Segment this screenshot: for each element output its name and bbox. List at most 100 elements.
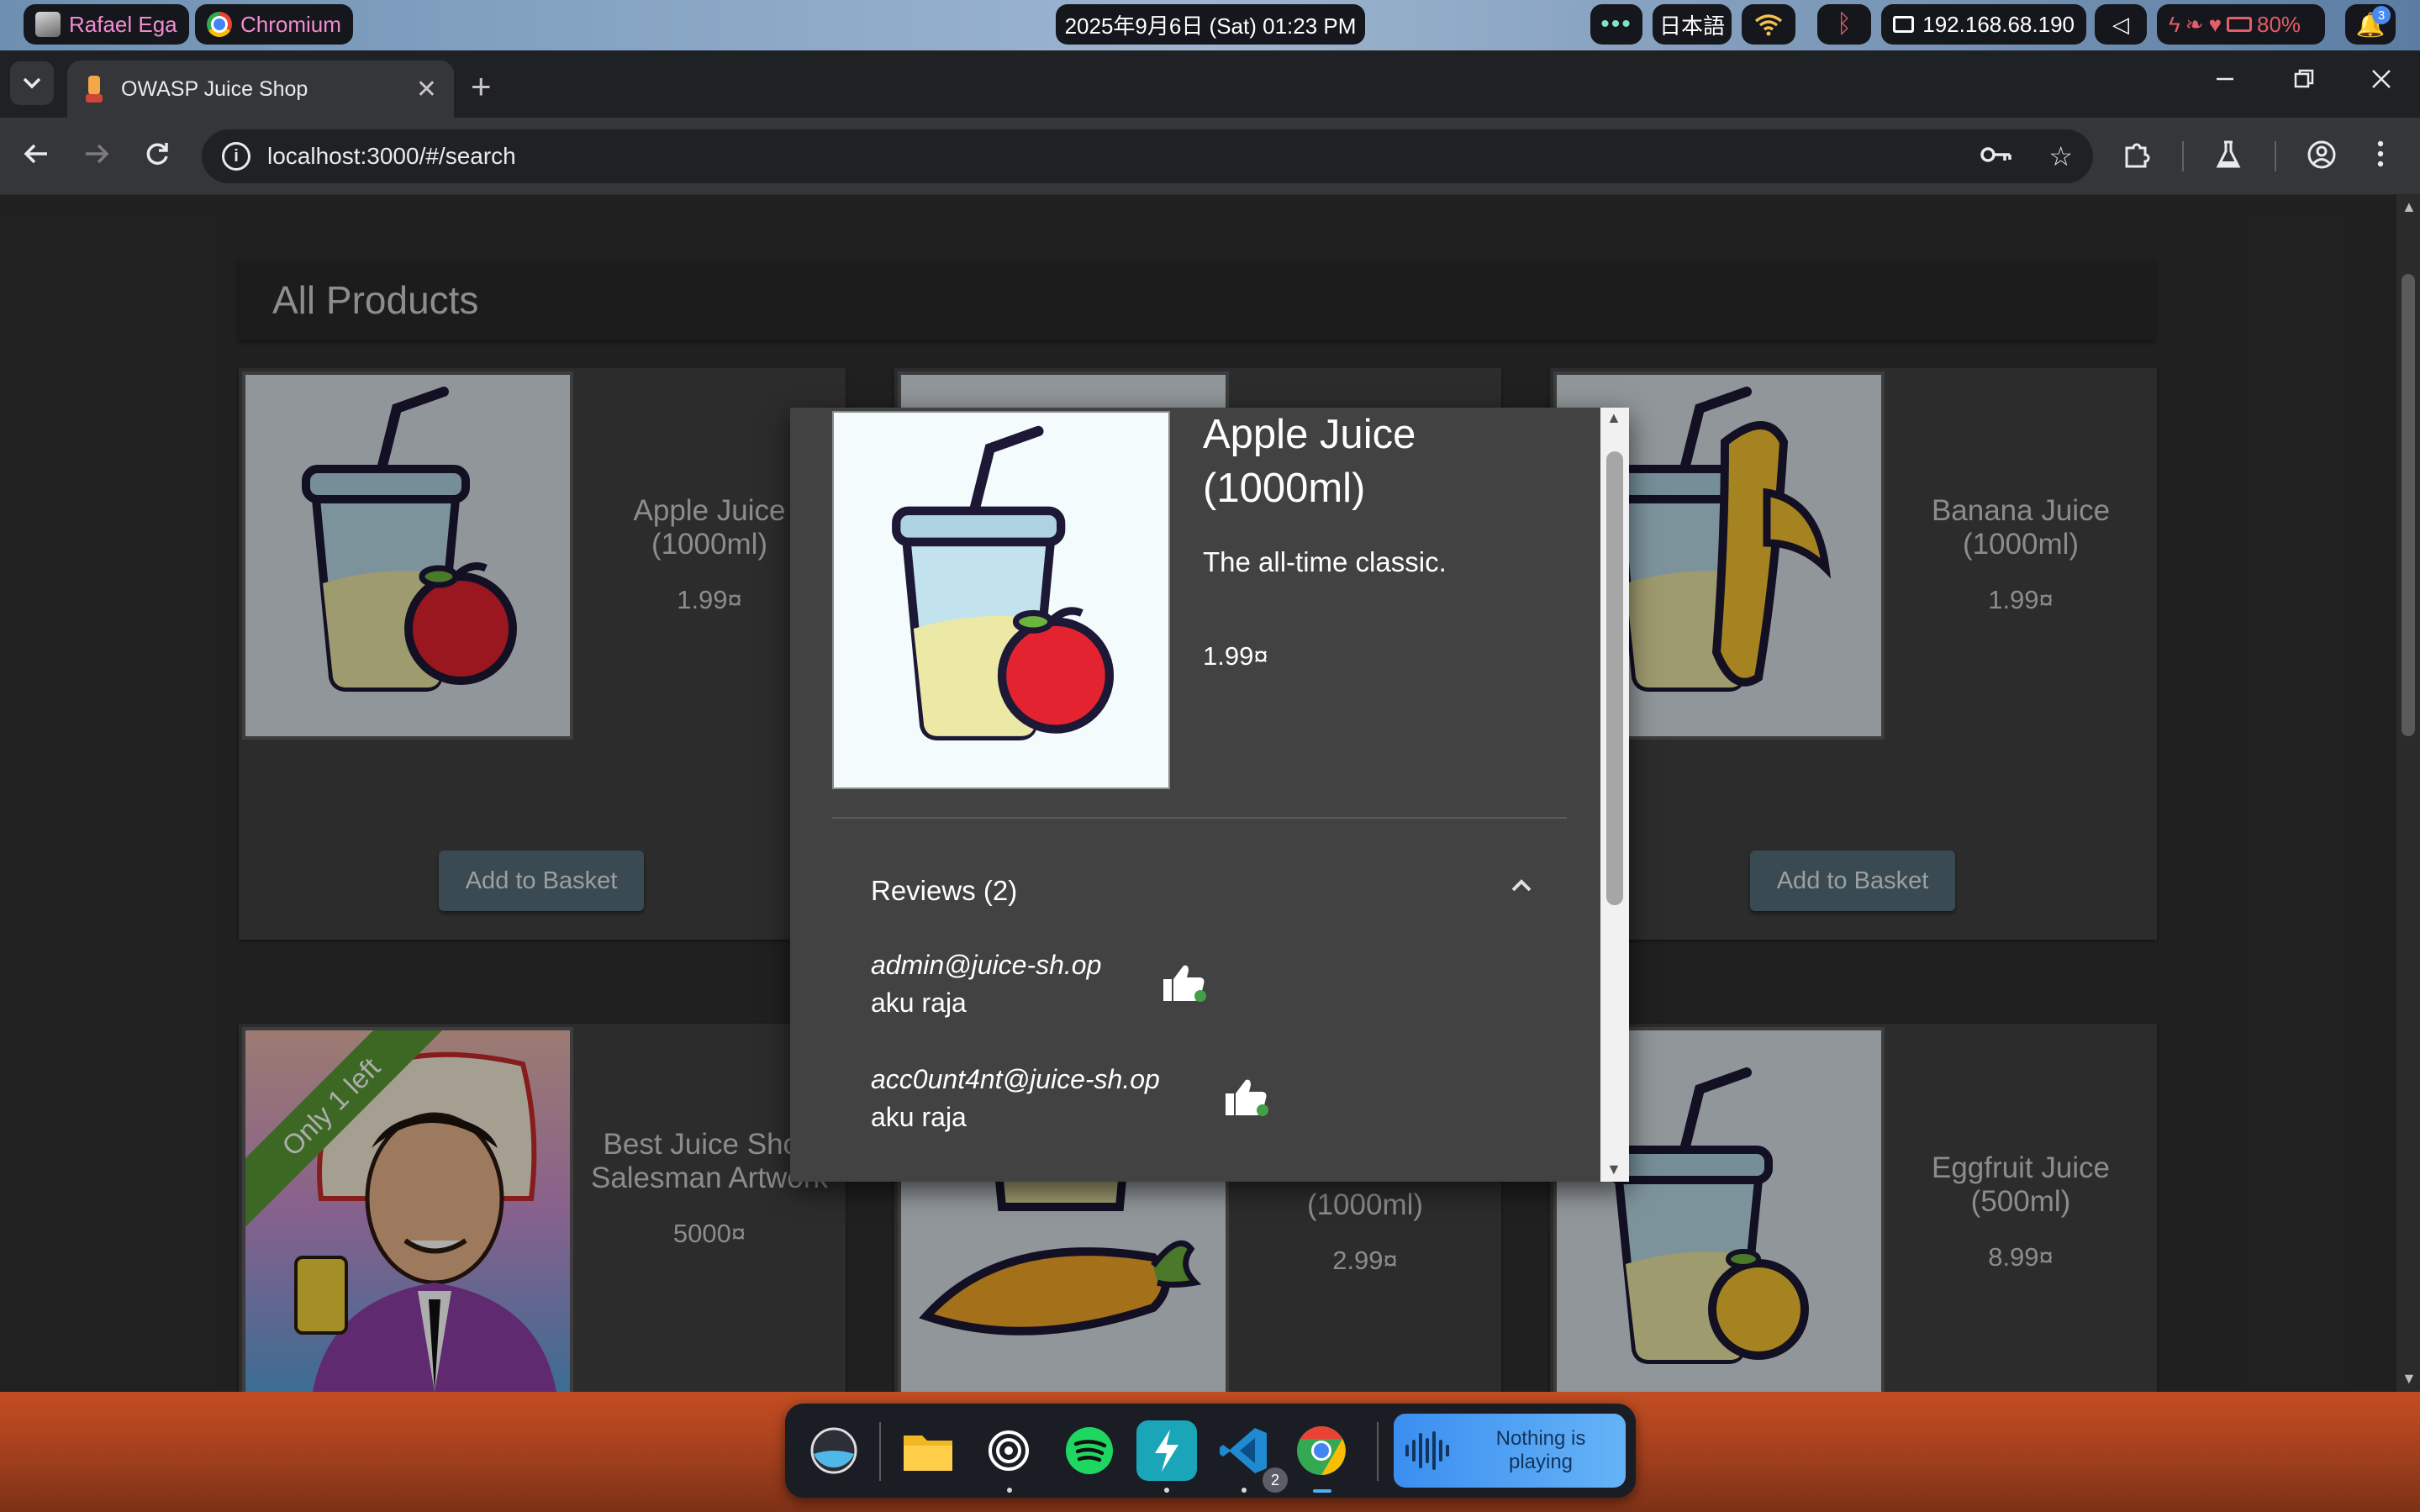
dialog-product-price: 1.99¤ (1203, 641, 1268, 671)
new-tab-button[interactable]: + (471, 69, 492, 104)
notifications-button[interactable]: 🔔 3 (2345, 4, 2396, 45)
battery-percent: 80% (2257, 11, 2301, 37)
like-review-button[interactable] (1222, 1077, 1268, 1117)
ime-indicator[interactable]: 日本語 (1653, 4, 1732, 45)
restore-button[interactable] (2293, 67, 2315, 94)
scroll-down-icon[interactable]: ▼ (2402, 1370, 2417, 1388)
dock-podcasts[interactable] (978, 1420, 1039, 1481)
dialog-product-description: The all-time classic. (1203, 546, 1447, 577)
browser-toolbar: i localhost:3000/#/search ☆ (0, 118, 2420, 195)
url-text[interactable]: localhost:3000/#/search (267, 143, 1963, 170)
arrow-right-icon (86, 144, 109, 164)
product-details-dialog[interactable]: Apple Juice (1000ml) The all-time classi… (790, 408, 1629, 1182)
datetime-text: 2025年9月6日 (Sat) 01:23 PM (1064, 13, 1357, 39)
battery-indicator[interactable]: ϟ ❧ ♥ 80% (2157, 4, 2325, 45)
toolbar-separator (2275, 141, 2276, 171)
network-indicator[interactable]: 192.168.68.190 (1881, 4, 2086, 45)
ip-address: 192.168.68.190 (1922, 11, 2075, 37)
media-status: Nothing is playing (1495, 1427, 1586, 1473)
minimize-button[interactable] (2214, 67, 2236, 94)
scroll-up-icon[interactable]: ▲ (2402, 198, 2417, 216)
back-button[interactable] (22, 140, 50, 175)
vscode-badge: 2 (1263, 1467, 1288, 1493)
folder-icon (904, 1436, 952, 1471)
wifi-icon (1754, 14, 1783, 36)
dock-files[interactable] (898, 1420, 958, 1481)
tab-strip: OWASP Juice Shop ✕ + (0, 50, 2420, 118)
toolbar-separator (2182, 141, 2184, 171)
dialog-product-image (832, 411, 1170, 789)
dock-active-indicator (1313, 1489, 1331, 1493)
dock: 2 Nothing is playing (785, 1404, 1636, 1498)
dock-running-indicator (1242, 1488, 1247, 1493)
tab-search-button[interactable] (10, 61, 54, 105)
close-tab-icon[interactable]: ✕ (416, 75, 437, 104)
active-app-name: Chromium (240, 11, 341, 37)
labs-button[interactable] (2214, 140, 2243, 176)
minimize-icon (2217, 77, 2233, 81)
review-author: admin@juice-sh.op (871, 950, 1102, 980)
forward-button[interactable] (82, 140, 111, 175)
speaker-icon: ◁ (2112, 11, 2129, 37)
chromium-icon (207, 12, 232, 37)
scroll-up-icon[interactable]: ▲ (1606, 409, 1621, 427)
notification-count: 3 (2372, 6, 2391, 24)
profile-icon (2307, 140, 2336, 169)
volume-button[interactable]: ◁ (2095, 4, 2147, 45)
site-info-icon[interactable]: i (222, 142, 250, 171)
dock-power-app[interactable] (1136, 1420, 1197, 1481)
launcher-icon (810, 1427, 857, 1474)
wifi-button[interactable] (1742, 4, 1795, 45)
media-player-widget[interactable]: Nothing is playing (1394, 1414, 1626, 1488)
leaf-icon: ❧ (2185, 11, 2204, 37)
extensions-button[interactable] (2122, 140, 2152, 176)
bolt-icon: ϟ (2169, 11, 2180, 37)
flask-icon (2216, 140, 2241, 168)
tab-owasp-juice-shop[interactable]: OWASP Juice Shop ✕ (67, 61, 454, 118)
chevron-up-icon[interactable] (1505, 868, 1538, 902)
active-app-indicator[interactable]: Chromium (195, 4, 353, 45)
dialog-scrollbar[interactable]: ▲ ▼ (1600, 408, 1629, 1182)
page-scrollbar-thumb[interactable] (2402, 274, 2415, 736)
user-name: Rafael Ega (69, 11, 177, 37)
address-bar[interactable]: i localhost:3000/#/search ☆ (202, 129, 2093, 183)
bluetooth-icon: ᛒ (1837, 10, 1852, 38)
bluetooth-button[interactable]: ᛒ (1817, 4, 1871, 45)
os-top-bar: Rafael Ega Chromium 2025年9月6日 (Sat) 01:2… (0, 0, 2420, 50)
dock-spotify[interactable] (1059, 1420, 1120, 1481)
more-dots-icon: ••• (1600, 10, 1632, 38)
thumbs-up-icon (1226, 1079, 1268, 1116)
scroll-down-icon[interactable]: ▼ (1606, 1161, 1621, 1178)
browser-menu-button[interactable] (2375, 140, 2386, 175)
review-message: aku raja (871, 1102, 967, 1132)
dock-chromium[interactable] (1291, 1420, 1352, 1481)
dialog-scrollbar-thumb[interactable] (1606, 451, 1623, 905)
like-review-button[interactable] (1160, 962, 1206, 1003)
juice-shop-favicon (84, 76, 106, 103)
star-icon[interactable]: ☆ (2048, 140, 2073, 172)
ime-text: 日本語 (1659, 13, 1726, 39)
close-window-button[interactable] (2370, 67, 2392, 94)
reload-button[interactable] (143, 140, 171, 175)
vscode-icon (1220, 1428, 1267, 1473)
overflow-menu[interactable]: ••• (1590, 4, 1642, 45)
user-avatar (35, 12, 61, 37)
reviews-expansion-header[interactable]: Reviews (2) (871, 875, 1017, 907)
lightning-icon (1155, 1430, 1178, 1472)
page-scrollbar[interactable]: ▲ ▼ (2396, 195, 2420, 1392)
kebab-menu-icon (2377, 140, 2384, 167)
dock-app-launcher[interactable] (804, 1420, 864, 1481)
podcast-icon (989, 1430, 1029, 1471)
spotify-icon (1066, 1427, 1113, 1474)
review-message: aku raja (871, 988, 967, 1018)
review-item: acc0unt4nt@juice-sh.op aku raja (871, 1064, 1160, 1133)
close-icon (2372, 70, 2391, 88)
audio-wave-icon (1405, 1431, 1449, 1470)
user-menu[interactable]: Rafael Ega (24, 4, 189, 45)
clock[interactable]: 2025年9月6日 (Sat) 01:23 PM (1056, 4, 1365, 45)
battery-icon (2227, 17, 2252, 32)
key-icon[interactable] (1980, 141, 2013, 172)
restore-icon (2294, 69, 2314, 88)
review-item: admin@juice-sh.op aku raja (871, 950, 1101, 1019)
profile-button[interactable] (2307, 140, 2337, 176)
